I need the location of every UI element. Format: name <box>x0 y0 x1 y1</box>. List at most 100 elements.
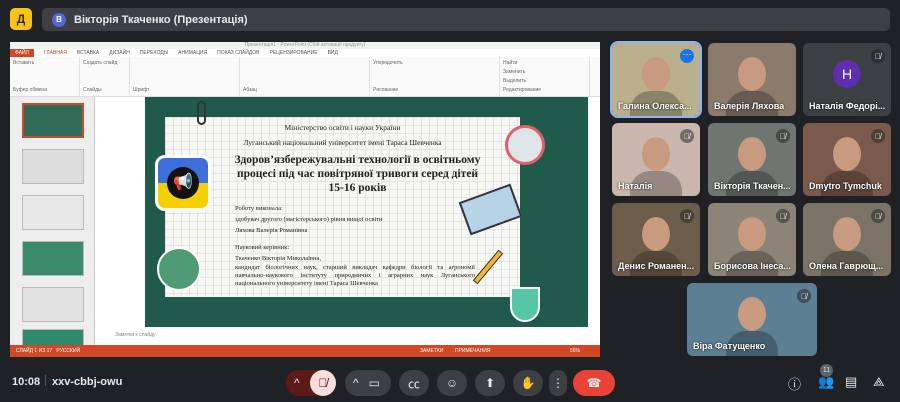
participant-video-face <box>833 217 861 251</box>
presentation-title: Вікторія Ткаченко (Презентація) <box>74 13 248 26</box>
participant-name: Наталія <box>618 181 653 191</box>
meeting-controls-bar: 10:08 | xxv-cbbj-owu ^ 🎙̸ ^ ▭ ㏄ ☺ ⬆ ✋ ⋮ ☎… <box>0 362 900 402</box>
participant-name: Денис Романен... <box>618 261 695 271</box>
group-editing: Редактирование <box>503 87 542 93</box>
comments-toggle[interactable]: ПРИМЕЧАНИЯ <box>455 348 491 354</box>
participant-video-face <box>642 217 670 251</box>
camera-options-button[interactable]: ^ ▭ <box>345 370 391 396</box>
paste-button[interactable]: Вставить <box>13 60 76 66</box>
activities-icon[interactable]: ⟁ <box>873 374 885 390</box>
slide-counter: СЛАЙД 1 ИЗ 17 <box>16 348 53 354</box>
slide-thumbnail[interactable] <box>22 241 84 276</box>
slide-canvas: Міністерство освіти і науки України Луга… <box>145 97 588 327</box>
participant-tile[interactable]: 🎙̸ Наталія <box>612 123 700 196</box>
tile-options-button[interactable]: ··· <box>680 49 694 63</box>
paperclip-icon <box>197 101 206 125</box>
slide-title-line: Здоров’язбережувальні технології в освіт… <box>234 154 481 166</box>
mic-off-icon: 🎙̸ <box>318 376 328 390</box>
tab-design[interactable]: ДИЗАЙН <box>109 50 130 56</box>
select-button[interactable]: Выделить <box>503 78 586 84</box>
app-logo: Д <box>10 8 32 30</box>
end-call-button[interactable]: ☎ <box>573 370 615 396</box>
participant-name: Наталія Федорі... <box>809 101 886 111</box>
university-text: Луганський національний університет імен… <box>243 138 442 147</box>
participant-tile[interactable]: Валерія Ляхова <box>708 43 796 116</box>
ministry-text: Міністерство освіти і науки України <box>284 123 401 132</box>
participant-video-face <box>642 57 670 91</box>
participant-name: Dmytro Tymchuk <box>809 181 882 191</box>
hang-up-icon: ☎ <box>586 376 602 390</box>
slide-thumbnail[interactable] <box>22 195 84 230</box>
participant-video-face <box>642 137 670 171</box>
globe-icon <box>157 247 201 291</box>
slide-thumbnail[interactable] <box>22 103 84 138</box>
ppt-window-title: Презентація1 - PowerPoint (Сбій активаці… <box>10 42 600 49</box>
meeting-code: xxv-cbbj-owu <box>52 376 123 388</box>
participant-tile[interactable]: 🎙̸ Віра Фатущенко <box>687 283 817 356</box>
new-slide-button[interactable]: Создать слайд <box>83 60 126 66</box>
participant-video-face <box>738 137 766 171</box>
shared-screen: Презентація1 - PowerPoint (Сбій активаці… <box>10 42 600 357</box>
group-drawing: Рисование <box>373 87 399 93</box>
more-options-button[interactable]: ⋮ <box>549 370 567 396</box>
participant-video-face <box>738 217 766 251</box>
mic-off-icon: 🎙̸ <box>871 129 885 143</box>
present-button[interactable]: ⬆ <box>475 370 505 396</box>
tab-home[interactable]: ГЛАВНАЯ <box>44 50 67 56</box>
zoom-level[interactable]: 56% <box>570 348 580 354</box>
advisor-name: Ткаченко Вікторія Миколаївна, <box>235 255 321 262</box>
participant-tile[interactable]: 🎙̸ Вікторія Ткачен... <box>708 123 796 196</box>
ppt-ribbon: Вставить Буфер обмена Создать слайд Слайды… <box>10 57 600 97</box>
participant-tile[interactable]: 🎙̸ Борисова Інеса... <box>708 203 796 276</box>
arrange-button[interactable]: Упорядочить <box>373 60 496 66</box>
participant-tile[interactable]: ··· Галина Олекса... <box>610 41 702 118</box>
tab-slideshow[interactable]: ПОКАЗ СЛАЙДОВ <box>217 50 259 56</box>
participant-video-face <box>738 297 766 331</box>
camera-icon: ▭ <box>368 376 380 390</box>
participant-tile[interactable]: 🎙̸ Dmytro Tymchuk <box>803 123 891 196</box>
flask-icon <box>510 287 540 322</box>
mic-off-icon: 🎙̸ <box>680 129 694 143</box>
participant-name: Віра Фатущенко <box>693 341 766 351</box>
tab-file[interactable]: ФАЙЛ <box>10 49 34 57</box>
air-alert-icon: 📢 <box>155 155 211 211</box>
mic-off-icon: 🎙̸ <box>680 209 694 223</box>
tab-animation[interactable]: АНИМАЦИЯ <box>178 50 207 56</box>
find-button[interactable]: Найти <box>503 60 586 66</box>
participant-tile[interactable]: Н 🎙̸ Наталія Федорі... <box>803 43 891 116</box>
participant-tile[interactable]: 🎙̸ Денис Романен... <box>612 203 700 276</box>
tab-insert[interactable]: ВСТАВКА <box>77 50 99 56</box>
slide-thumbnail[interactable] <box>22 287 84 322</box>
slide-title-line: процесі під час повітряної тривоги серед… <box>236 168 479 180</box>
chat-icon[interactable]: ▤ <box>845 374 857 390</box>
ppt-ribbon-tabs: ФАЙЛ ГЛАВНАЯ ВСТАВКА ДИЗАЙН ПЕРЕХОДЫ АНИ… <box>10 49 600 57</box>
presenter-avatar: В <box>52 12 66 27</box>
participant-tile[interactable]: 🎙̸ Олена Гаврющ... <box>803 203 891 276</box>
participant-name: Валерія Ляхова <box>714 101 785 111</box>
raise-hand-button[interactable]: ✋ <box>513 370 543 396</box>
tab-review[interactable]: РЕЦЕНЗИРОВАНИЕ <box>269 50 317 56</box>
notes-toggle[interactable]: ЗАМЕТКИ <box>420 348 443 354</box>
mic-off-icon: 🎙̸ <box>871 209 885 223</box>
captions-button[interactable]: ㏄ <box>399 370 429 396</box>
reactions-button[interactable]: ☺ <box>437 370 467 396</box>
people-icon[interactable]: 👥 <box>818 374 834 390</box>
captions-icon: ㏄ <box>407 376 420 391</box>
present-icon: ⬆ <box>484 376 496 390</box>
slide-notes[interactable]: Заметки к слайду <box>95 327 600 345</box>
tab-view[interactable]: ВИД <box>328 50 338 56</box>
info-icon[interactable]: ⓘ <box>788 374 801 393</box>
tab-transitions[interactable]: ПЕРЕХОДЫ <box>140 50 168 56</box>
clock: 10:08 <box>12 376 41 388</box>
participant-name: Олена Гаврющ... <box>809 261 884 271</box>
participant-name: Вікторія Ткачен... <box>714 181 791 191</box>
mic-off-icon: 🎙̸ <box>797 289 811 303</box>
replace-button[interactable]: Заменить <box>503 69 586 75</box>
advisor-label: Науковий керівник: <box>235 244 290 251</box>
mic-off-icon: 🎙̸ <box>871 49 885 63</box>
mic-off-button[interactable]: 🎙̸ <box>310 370 336 396</box>
slide-title-line: 15-16 років <box>328 182 387 194</box>
participant-name: Галина Олекса... <box>618 101 692 111</box>
slide-thumbnail[interactable] <box>22 149 84 184</box>
presentation-title-bar[interactable]: В Вікторія Ткаченко (Презентація) <box>42 8 890 31</box>
